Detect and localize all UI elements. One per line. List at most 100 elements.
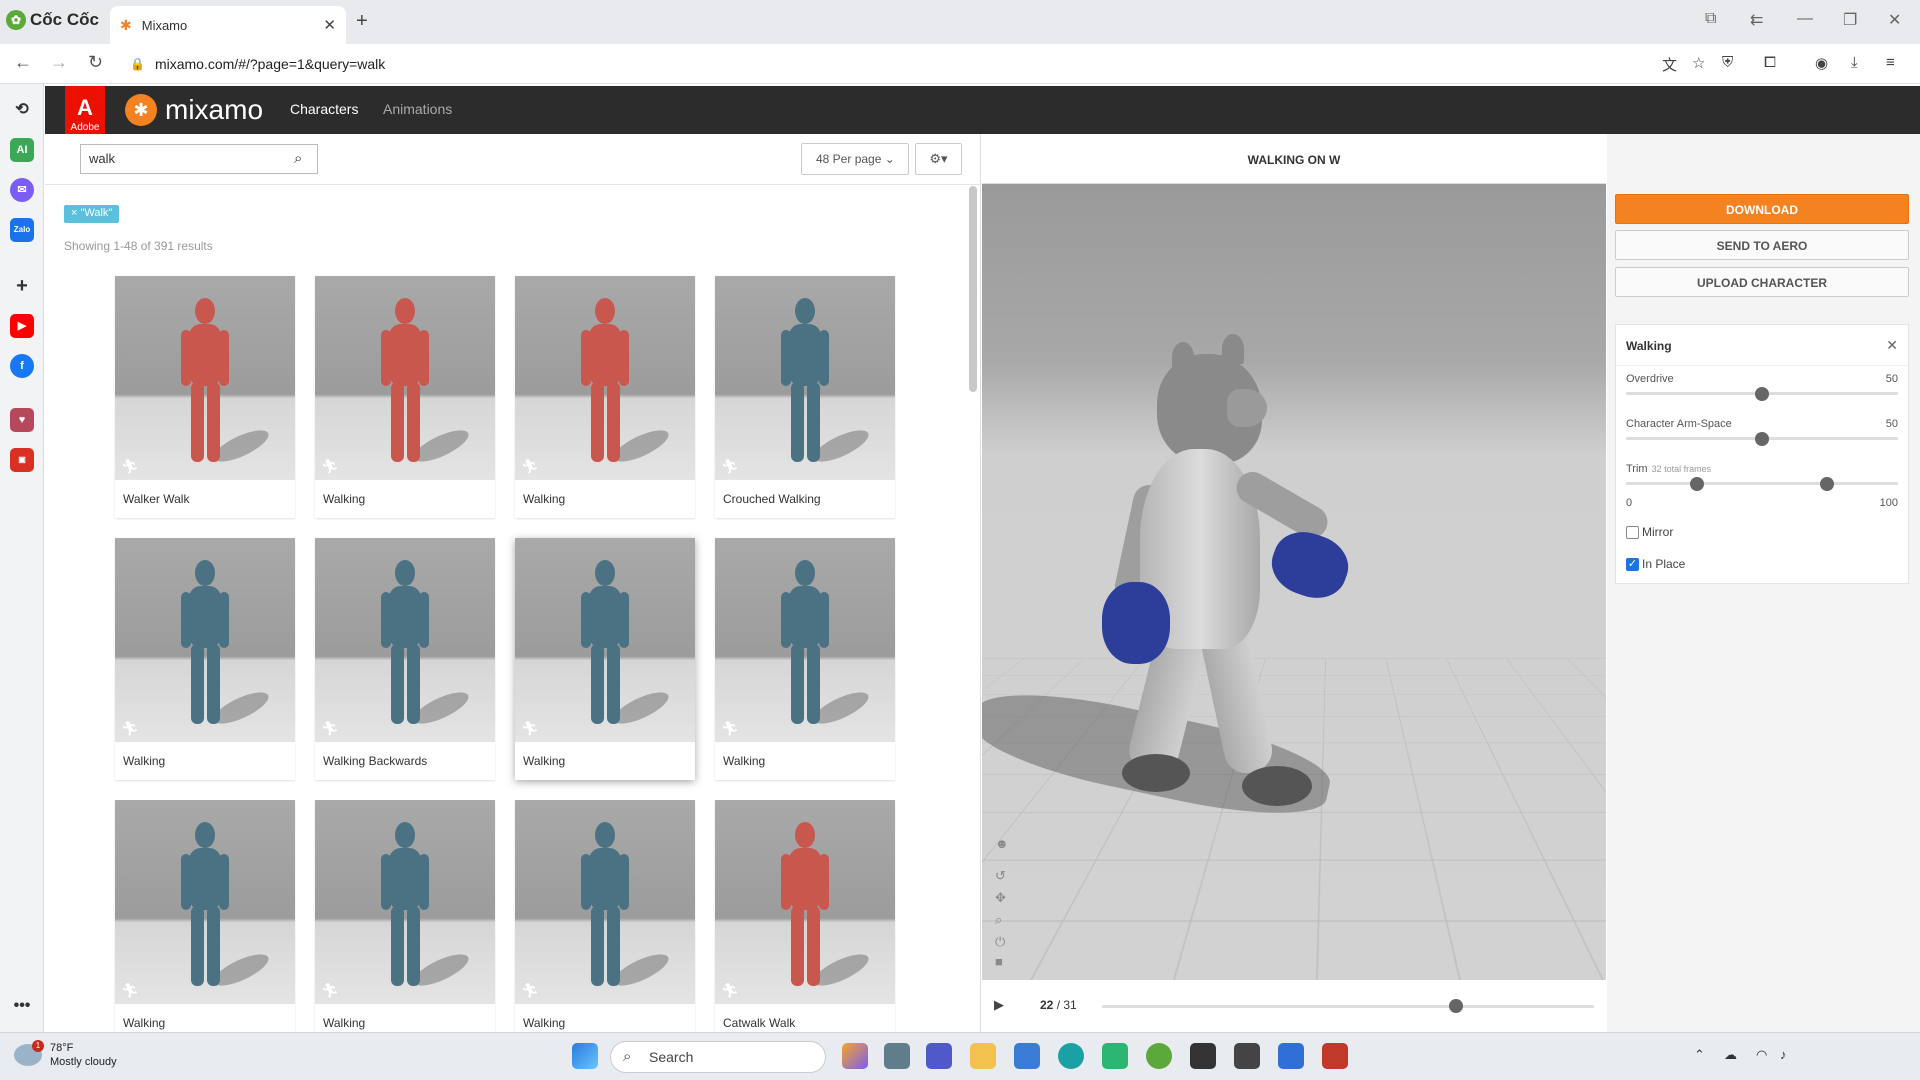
- app-icon-2[interactable]: ▣: [10, 448, 34, 472]
- shield-icon[interactable]: ⛨: [1722, 54, 1733, 71]
- back-icon[interactable]: ←: [14, 52, 32, 73]
- ai-icon[interactable]: AI: [10, 138, 34, 162]
- app-taskbar-icon[interactable]: [1322, 1043, 1348, 1069]
- filter-tag[interactable]: × "Walk": [64, 205, 120, 223]
- minimize-button[interactable]: —: [1797, 10, 1813, 28]
- edge-icon[interactable]: [1058, 1043, 1084, 1069]
- character-icon[interactable]: ☻: [995, 836, 1009, 851]
- send-to-aero-button[interactable]: SEND TO AERO: [1615, 230, 1909, 260]
- download-button[interactable]: DOWNLOAD: [1615, 194, 1909, 224]
- notepad-icon[interactable]: [1278, 1043, 1304, 1069]
- store-icon[interactable]: [1014, 1043, 1040, 1069]
- figure-torso: [189, 848, 221, 910]
- address-field[interactable]: 🔒 mixamo.com/#/?page=1&query=walk: [130, 50, 385, 78]
- animation-card[interactable]: 🏃︎ Walking: [515, 276, 695, 518]
- profile-icon[interactable]: ◉: [1815, 54, 1828, 72]
- figure-head: [795, 560, 815, 586]
- window-capture-icon[interactable]: ⧉: [1705, 10, 1716, 28]
- animation-card[interactable]: 🏃︎ Walker Walk: [115, 276, 295, 518]
- new-tab-button[interactable]: +: [356, 10, 368, 33]
- close-icon[interactable]: ✕: [1886, 337, 1898, 354]
- results-scrollbar[interactable]: [969, 186, 977, 392]
- restore-button[interactable]: ❐: [1843, 10, 1857, 30]
- animation-card[interactable]: 🏃︎ Crouched Walking: [715, 276, 895, 518]
- zoom-icon[interactable]: ⌕: [995, 912, 1002, 928]
- trim-slider[interactable]: [1626, 482, 1898, 485]
- browser-logo[interactable]: ✿ Cốc Cốc: [6, 10, 99, 30]
- bookmark-star-icon[interactable]: ☆: [1692, 54, 1705, 72]
- download-icon[interactable]: ⤓: [1851, 54, 1858, 71]
- menu-icon[interactable]: ≡: [1886, 54, 1895, 71]
- onedrive-icon[interactable]: ☁: [1724, 1047, 1737, 1063]
- translate-icon[interactable]: 文: [1662, 54, 1677, 75]
- armspace-handle[interactable]: [1755, 432, 1769, 446]
- facebook-icon[interactable]: f: [10, 354, 34, 378]
- animation-card[interactable]: 🏃︎ Walking: [115, 800, 295, 1042]
- zalo-icon[interactable]: Zalo: [10, 218, 34, 242]
- mirror-checkbox[interactable]: Mirror: [1626, 525, 1673, 539]
- in-place-checkbox[interactable]: ✓ In Place: [1626, 557, 1685, 571]
- weather-widget[interactable]: 1 78°F Mostly cloudy: [14, 1040, 117, 1069]
- timeline-handle[interactable]: [1449, 999, 1464, 1013]
- unity-icon[interactable]: [1190, 1043, 1216, 1069]
- add-app-icon[interactable]: +: [10, 274, 34, 298]
- timeline-track[interactable]: [1102, 1005, 1594, 1008]
- extensions-icon[interactable]: ⧠: [1764, 54, 1776, 71]
- messenger-icon[interactable]: ✉: [10, 178, 34, 202]
- pan-icon[interactable]: ✥: [995, 890, 1006, 906]
- more-icon[interactable]: •••: [10, 994, 34, 1018]
- camera-icon[interactable]: ■: [995, 954, 1003, 969]
- tab-close-icon[interactable]: ✕: [323, 16, 336, 34]
- trim-start-handle[interactable]: [1689, 477, 1704, 491]
- history-icon[interactable]: ⟲: [10, 98, 34, 122]
- task-view-icon[interactable]: [884, 1043, 910, 1069]
- reload-icon[interactable]: ↻: [88, 52, 103, 73]
- animation-card[interactable]: 🏃︎ Walking: [515, 538, 695, 780]
- m-app-icon[interactable]: [1102, 1043, 1128, 1069]
- rotate-icon[interactable]: ↺: [995, 868, 1006, 884]
- animation-card[interactable]: 🏃︎ Walking: [715, 538, 895, 780]
- mixamo-logo[interactable]: ✱ mixamo: [125, 94, 263, 126]
- per-page-select[interactable]: 48 Per page ⌄: [801, 143, 909, 175]
- close-window-button[interactable]: ✕: [1888, 10, 1901, 30]
- search-input[interactable]: walk: [80, 144, 318, 174]
- file-explorer-icon[interactable]: [970, 1043, 996, 1069]
- animation-card[interactable]: 🏃︎ Catwalk Walk: [715, 800, 895, 1042]
- browser-tab[interactable]: ✱ Mixamo ✕: [110, 6, 346, 44]
- character-figure: [577, 298, 633, 466]
- volume-icon[interactable]: ♪: [1780, 1047, 1787, 1062]
- nav-animations[interactable]: Animations: [383, 101, 452, 117]
- animation-card[interactable]: 🏃︎ Walking: [315, 800, 495, 1042]
- trim-end-handle[interactable]: [1820, 477, 1835, 491]
- play-icon[interactable]: ▶: [994, 997, 1004, 1013]
- in-place-box[interactable]: ✓: [1626, 557, 1639, 571]
- teams-icon[interactable]: [926, 1043, 952, 1069]
- animation-card[interactable]: 🏃︎ Walking Backwards: [315, 538, 495, 780]
- unity-hub-icon[interactable]: [1234, 1043, 1260, 1069]
- mirror-box[interactable]: [1626, 525, 1639, 539]
- coccoc-taskbar-icon[interactable]: [1146, 1043, 1172, 1069]
- figure-leg: [607, 382, 620, 462]
- in-place-runner-icon: 🏃︎: [121, 458, 139, 474]
- animation-card[interactable]: 🏃︎ Walking: [315, 276, 495, 518]
- sidebar-toggle-icon[interactable]: ⇇: [1750, 10, 1763, 30]
- search-icon[interactable]: ⌕: [294, 150, 302, 167]
- wifi-icon[interactable]: ◠: [1756, 1047, 1767, 1063]
- reset-icon[interactable]: ⏻: [995, 934, 1005, 950]
- forward-icon[interactable]: →: [50, 52, 68, 73]
- app-icon-1[interactable]: ♥: [10, 408, 34, 432]
- nav-characters[interactable]: Characters: [290, 101, 358, 117]
- upload-character-button[interactable]: UPLOAD CHARACTER: [1615, 267, 1909, 297]
- 3d-viewport[interactable]: [982, 184, 1606, 980]
- settings-dropdown[interactable]: ⚙▾: [915, 143, 962, 175]
- taskbar-search[interactable]: ⌕ Search: [610, 1041, 826, 1073]
- animation-card[interactable]: 🏃︎ Walking: [515, 800, 695, 1042]
- animation-name: Crouched Walking: [723, 492, 821, 506]
- start-icon[interactable]: [572, 1043, 598, 1069]
- chevron-up-icon[interactable]: ⌃: [1694, 1047, 1705, 1063]
- overdrive-value: 50: [1885, 373, 1898, 385]
- animation-card[interactable]: 🏃︎ Walking: [115, 538, 295, 780]
- youtube-icon[interactable]: ▶: [10, 314, 34, 338]
- overdrive-handle[interactable]: [1755, 387, 1769, 401]
- copilot-icon[interactable]: [842, 1043, 868, 1069]
